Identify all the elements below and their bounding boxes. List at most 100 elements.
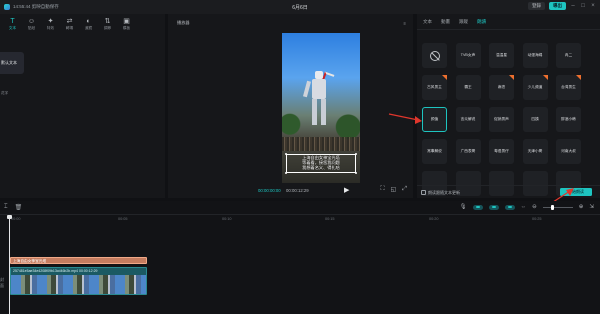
voice-option[interactable]: 古风男主: [422, 75, 447, 100]
voice-option[interactable]: 天津小哥: [522, 139, 548, 164]
tool-text[interactable]: T 文本: [3, 14, 22, 34]
voice-option[interactable]: 颜值: [422, 107, 447, 132]
voice-option-label: 少儿频道: [527, 85, 543, 89]
tool-label: 轉場: [65, 25, 74, 30]
resize-handle[interactable]: [355, 172, 357, 174]
voice-option-label: 醉酒小韩: [561, 117, 576, 121]
voice-option[interactable]: 霸王: [455, 75, 481, 100]
follow-text-label: 朗读跟随文本更新: [428, 189, 460, 195]
transition-icon: ⇄: [66, 17, 73, 25]
video-preview[interactable]: 上海自由女神宝光塔 等着看，接您我问题 我想着名义、得扎哈: [282, 33, 360, 183]
player-menu-icon[interactable]: ≡: [404, 21, 406, 26]
text-clip[interactable]: 上海自由女神宝光塔: [10, 257, 147, 264]
zoom-slider[interactable]: [542, 204, 573, 210]
tool-label: 濾鏡: [84, 25, 93, 30]
voice-option[interactable]: 少儿频道: [522, 75, 548, 100]
minimize-icon[interactable]: –: [570, 3, 576, 9]
title-bar: 14:55:44 剪映自動保存 6月6日 登錄 導出 – □ ×: [0, 0, 600, 14]
ruler-tick: 00:25: [532, 217, 542, 221]
tab-tracking[interactable]: 跟蹤: [459, 19, 468, 25]
voice-option-label: 广西表哥: [460, 149, 476, 153]
video-thumbnails: [11, 275, 146, 294]
voice-option[interactable]: 常事解说: [422, 139, 447, 164]
sticker-icon: ☺: [27, 17, 36, 25]
voice-none-option[interactable]: [422, 43, 447, 68]
voice-option[interactable]: 麻恣: [489, 75, 514, 100]
preview-axis-toggle[interactable]: [504, 204, 515, 210]
time-ruler[interactable]: 00:00 00:05 00:10 00:15 00:20 00:25: [0, 215, 600, 223]
voice-option[interactable]: TVB女声: [455, 43, 481, 68]
follow-text-checkbox[interactable]: [421, 190, 426, 195]
voice-option[interactable]: 广西表哥: [455, 139, 481, 164]
effects-icon: ✦: [47, 17, 54, 25]
voice-option[interactable]: 四姨: [522, 107, 548, 132]
zoom-out-icon[interactable]: ⊖: [532, 204, 537, 210]
video-clip[interactable]: 257481e5ae34e4208f09b13cd46b2b.mp4 00:00…: [10, 267, 147, 295]
close-icon[interactable]: ×: [590, 3, 596, 9]
tool-templates[interactable]: ▣ 模板: [117, 14, 136, 34]
fancy-text-label[interactable]: 花字: [1, 91, 8, 96]
tab-read-aloud[interactable]: 朗讀: [477, 19, 486, 25]
voice-grid: TVB女声 温温星 动漫海绵 冉二古风男主 霸王 麻恣 少儿频道 台湾男生颜值 言炎解说 促销男声…: [422, 43, 588, 196]
current-timecode: 00:00:00:00: [258, 187, 281, 193]
voice-option[interactable]: 动漫海绵: [522, 43, 548, 68]
start-reading-button[interactable]: 开始朗读: [560, 188, 592, 196]
voice-option[interactable]: 言炎解说: [455, 107, 481, 132]
login-button[interactable]: 登錄: [528, 2, 545, 10]
voice-option-label: 促销男声: [494, 117, 509, 121]
export-button[interactable]: 導出: [549, 2, 566, 10]
voice-option[interactable]: 温温星: [489, 43, 514, 68]
voice-option-label: TVB女声: [460, 53, 476, 57]
tool-stickers[interactable]: ☺ 貼紙: [22, 14, 41, 34]
link-toggle[interactable]: [488, 204, 499, 210]
playhead[interactable]: [7, 215, 12, 314]
magnet-toggle[interactable]: [472, 204, 483, 210]
maximize-icon[interactable]: □: [580, 3, 586, 9]
mic-icon[interactable]: 🎙︎: [460, 204, 467, 210]
timeline-controls: 🎙︎ ⇔ ⊖ ⊕ ⇲: [460, 204, 594, 210]
zoom-slider-knob[interactable]: [550, 204, 554, 210]
voice-option-label: 天津小哥: [527, 149, 543, 153]
voice-option[interactable]: 河南大叔: [556, 139, 581, 164]
voice-option[interactable]: 粤语男仔: [489, 139, 514, 164]
fit-timeline-icon[interactable]: ⇲: [589, 204, 594, 210]
tab-animation[interactable]: 動畫: [441, 19, 450, 25]
timeline-panel: ⌶ 🗑︎ 🎙︎ ⇔ ⊖ ⊕ ⇲ 00:00 00:05 00:10 00:15 …: [0, 201, 600, 314]
preview-robot-statue: [302, 71, 335, 133]
voice-option-label: 言炎解说: [460, 117, 476, 121]
play-icon[interactable]: ▶: [344, 186, 349, 194]
resize-handle[interactable]: [285, 172, 287, 174]
voice-option-label: 冉二: [564, 53, 573, 57]
voice-option-label: 动漫海绵: [527, 53, 543, 57]
voice-option[interactable]: 台湾男生: [556, 75, 581, 100]
resize-handle[interactable]: [285, 153, 287, 155]
voice-option[interactable]: 醉酒小韩: [556, 107, 581, 132]
split-screen-icon[interactable]: ⇔: [521, 204, 527, 210]
voice-option[interactable]: 冉二: [556, 43, 581, 68]
preview-crowd: [282, 137, 360, 151]
fullscreen-icon[interactable]: ⤢: [402, 186, 407, 193]
inspector-panel: 文本 動畫 跟蹤 朗讀 TVB女声 温温星 动漫海绵 冉二古风男主 霸王 麻恣 少儿频道 台湾…: [417, 14, 600, 198]
app-window: 14:55:44 剪映自動保存 6月6日 登錄 導出 – □ × T 文本 ☺ …: [0, 0, 600, 314]
caption-line: 我想着名义、得扎哈: [302, 165, 340, 170]
tool-filters[interactable]: ◐ 濾鏡: [79, 14, 98, 34]
cover-label[interactable]: 封面: [0, 277, 6, 288]
fit-screen-icon[interactable]: ⛶: [380, 186, 384, 193]
resize-handle[interactable]: [355, 153, 357, 155]
ratio-icon[interactable]: ◱: [391, 186, 397, 193]
video-caption: 上海自由女神宝光塔 等着看，接您我问题 我想着名义、得扎哈: [288, 155, 354, 170]
voice-option-label: 常事解说: [427, 149, 442, 153]
tool-label: 調節: [103, 25, 112, 30]
tool-effects[interactable]: ✦ 特效: [41, 14, 60, 34]
premium-badge-icon: [542, 75, 548, 80]
video-clip-label: 257481e5ae34e4208f09b13cd46b2b.mp4 00:00…: [13, 268, 98, 274]
tool-adjust[interactable]: ⇅ 調節: [98, 14, 117, 34]
split-icon[interactable]: ⌶: [4, 204, 8, 211]
voice-option[interactable]: 促销男声: [489, 107, 514, 132]
zoom-in-icon[interactable]: ⊕: [579, 204, 584, 210]
adjust-icon: ⇅: [104, 17, 111, 25]
tab-text[interactable]: 文本: [423, 19, 432, 25]
delete-icon[interactable]: 🗑︎: [15, 204, 23, 211]
default-text-card[interactable]: 默认文本: [0, 52, 24, 74]
tool-transitions[interactable]: ⇄ 轉場: [60, 14, 79, 34]
